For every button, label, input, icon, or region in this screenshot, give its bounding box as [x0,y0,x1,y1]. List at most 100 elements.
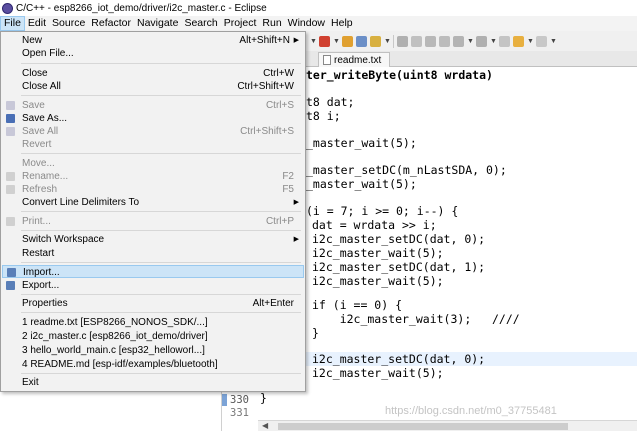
scrollbar-thumb[interactable] [278,423,568,430]
block-select-icon[interactable] [425,35,436,47]
line-number-gutter: 330 331 [222,390,260,420]
menu-item-label: Switch Workspace [22,234,105,245]
dropdown-arrow-icon[interactable]: ▼ [384,36,391,47]
menu-item-label: Exit [22,377,39,388]
menu-item-new[interactable]: New Alt+Shift+N ▶ [2,34,304,47]
menu-separator [21,95,301,96]
dropdown-arrow-icon[interactable]: ▼ [527,36,534,47]
menu-item-convert-line-delimiters[interactable]: Convert Line Delimiters To ▶ [2,196,304,209]
code-line: (i = 7; i >= 0; i--) { [306,204,459,218]
current-line-marker [222,394,227,406]
menu-search[interactable]: Search [181,16,220,31]
project-explorer-pane[interactable] [0,392,222,431]
main-toolbar: ▼ ▼ ▼ ▼ ▼ ▼ ▼ [306,31,637,51]
menu-item-rename[interactable]: Rename... F2 [2,170,304,183]
menu-item-recent-4[interactable]: 4 README.md [esp-idf/examples/bluetooth] [2,358,304,371]
dropdown-arrow-icon[interactable]: ▼ [490,36,497,47]
last-edit-icon[interactable] [499,35,510,47]
dropdown-arrow-icon[interactable]: ▼ [550,36,557,47]
menu-item-label: Rename... [22,171,69,182]
scroll-left-icon[interactable]: ◀ [262,421,268,430]
watermark: https://blog.csdn.net/m0_37755481 [385,405,557,417]
file-menu: New Alt+Shift+N ▶ Open File... Close Ctr… [0,31,306,392]
menu-item-switch-workspace[interactable]: Switch Workspace ▶ [2,233,304,246]
menu-item-label: Revert [22,139,52,150]
toolbar-separator [393,34,394,48]
menu-item-label: Save As... [22,113,68,124]
export-icon [6,281,15,290]
dropdown-arrow-icon[interactable]: ▼ [333,36,340,47]
open-type-icon[interactable] [342,35,353,47]
title-bar: C/C++ - esp8266_iot_demo/driver/i2c_mast… [0,0,637,16]
menu-window[interactable]: Window [285,16,328,31]
menu-edit[interactable]: Edit [25,16,49,31]
menu-item-import[interactable]: Import... [2,265,304,278]
tab-readme[interactable]: readme.txt [318,52,391,67]
show-whitespace-icon[interactable] [439,35,450,47]
dropdown-arrow-icon[interactable]: ▼ [467,36,474,47]
menu-item-move[interactable]: Move... [2,157,304,170]
menu-item-label: Refresh [22,184,58,195]
menu-item-save-as[interactable]: Save As... [2,112,304,125]
menu-item-recent-2[interactable]: 2 i2c_master.c [esp8266_iot_demo/driver] [2,330,304,343]
menu-project[interactable]: Project [221,16,260,31]
menu-item-label: Convert Line Delimiters To [22,197,140,208]
menu-item-recent-1[interactable]: 1 readme.txt [ESP8266_NONOS_SDK/...] [2,316,304,329]
menu-item-restart[interactable]: Restart [2,247,304,260]
next-annotation-icon[interactable] [476,35,487,47]
menu-item-close-all[interactable]: Close All Ctrl+Shift+W [2,80,304,93]
code-line: dat = wrdata >> i; [312,218,437,232]
annotation-icon[interactable] [370,35,381,47]
tab-label: readme.txt [334,54,382,66]
menu-help[interactable]: Help [328,16,356,31]
menu-run[interactable]: Run [259,16,284,31]
menu-refactor[interactable]: Refactor [88,16,134,31]
menu-item-shortcut: Alt+Enter [252,298,294,309]
dropdown-arrow-icon[interactable]: ▼ [310,36,317,47]
toggle-mark-icon[interactable] [397,35,408,47]
menu-item-label: 4 README.md [esp-idf/examples/bluetooth] [22,359,218,370]
menu-item-shortcut: F2 [282,171,294,182]
menu-item-label: Close All [22,81,61,92]
menu-item-shortcut: Ctrl+Shift+W [237,81,294,92]
menu-item-save-all[interactable]: Save All Ctrl+Shift+S [2,125,304,138]
menu-item-refresh[interactable]: Refresh F5 [2,183,304,196]
menu-item-exit[interactable]: Exit [2,376,304,389]
menu-separator [21,153,301,154]
code-line: } [312,326,319,340]
text-file-icon [323,55,331,65]
menu-file[interactable]: File [0,16,25,31]
menu-item-properties[interactable]: Properties Alt+Enter [2,297,304,310]
menu-item-recent-3[interactable]: 3 hello_world_main.c [esp32_helloworl...… [2,344,304,357]
line-number: 330 [230,394,249,406]
menu-item-open-file[interactable]: Open File... [2,47,304,60]
code-line: i2c_master_wait(5); [312,274,444,288]
debug-icon[interactable] [319,35,330,47]
menu-item-print[interactable]: Print... Ctrl+P [2,215,304,228]
search-icon[interactable] [356,35,367,47]
rename-icon [6,172,15,181]
menu-item-close[interactable]: Close Ctrl+W [2,67,304,80]
menu-item-export[interactable]: Export... [2,279,304,292]
save-as-icon [6,114,15,123]
code-line: if (i == 0) { [312,298,403,312]
print-icon [6,217,15,226]
menu-item-revert[interactable]: Revert [2,138,304,151]
menu-navigate[interactable]: Navigate [134,16,181,31]
back-icon[interactable] [513,35,524,47]
menu-separator [21,230,301,231]
menu-item-label: Properties [22,298,68,309]
format-icon[interactable] [411,35,422,47]
pin-editor-icon[interactable] [453,35,464,47]
menu-item-label: Close [22,68,48,79]
code-line: ter_writeByte(uint8 wrdata) [306,68,493,82]
submenu-arrow-icon: ▶ [293,236,299,243]
forward-icon[interactable] [536,35,547,47]
menu-item-shortcut: Ctrl+S [265,100,294,111]
code-line: i2c_master_setDC(dat, 1); [312,260,486,274]
horizontal-scrollbar[interactable]: ◀ [258,420,637,431]
menu-source[interactable]: Source [49,16,88,31]
closing-brace: } [260,391,267,405]
menu-item-save[interactable]: Save Ctrl+S [2,99,304,112]
menu-item-label: Move... [22,158,55,169]
